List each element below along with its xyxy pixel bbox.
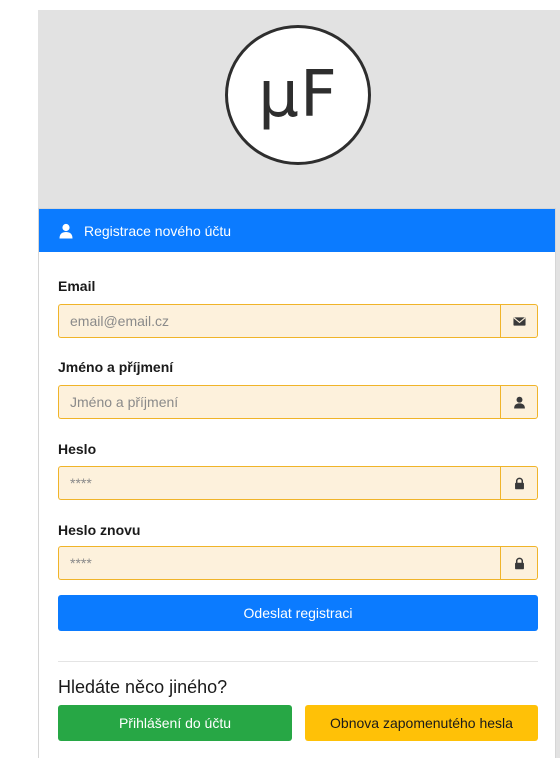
password-again-addon: [500, 546, 538, 580]
logo: µF: [225, 25, 371, 165]
password-addon: [500, 466, 538, 500]
card-title: Registrace nového účtu: [84, 222, 232, 239]
login-button[interactable]: Přihlášení do účtu: [58, 705, 292, 741]
card-header: Registrace nového účtu: [39, 209, 555, 252]
name-input-group: [58, 385, 538, 419]
password-again-field[interactable]: [58, 546, 500, 580]
name-label: Jméno a příjmení: [58, 359, 174, 375]
email-label: Email: [58, 278, 96, 294]
password-again-label: Heslo znovu: [58, 522, 141, 538]
other-heading: Hledáte něco jiného?: [58, 677, 228, 697]
user-icon: [59, 223, 73, 238]
email-field[interactable]: [58, 304, 500, 338]
submit-registration-button[interactable]: Odeslat registraci: [58, 595, 538, 631]
email-input-group: [58, 304, 538, 338]
password-label: Heslo: [58, 441, 97, 457]
registration-card: Registrace nového účtu Email Jméno a pří…: [38, 208, 556, 758]
password-again-input-group: [58, 546, 538, 580]
envelope-icon: [512, 316, 526, 326]
name-addon: [500, 385, 538, 419]
password-input-group: [58, 466, 538, 500]
divider: [58, 661, 538, 662]
reset-password-button[interactable]: Obnova zapomenutého hesla: [305, 705, 538, 741]
password-field[interactable]: [58, 466, 500, 500]
lock-icon: [514, 557, 524, 569]
email-addon: [500, 304, 538, 338]
lock-icon: [514, 477, 524, 489]
page: µF Registrace nového účtu Email Jméno a …: [0, 0, 560, 758]
user-icon: [513, 396, 525, 409]
name-field[interactable]: [58, 385, 500, 419]
